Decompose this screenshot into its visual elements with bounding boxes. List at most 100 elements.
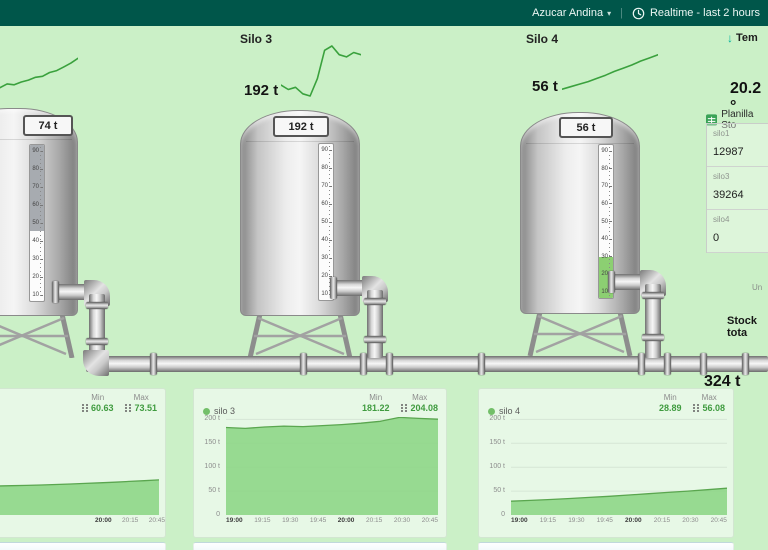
pipe-flange [364,336,386,343]
stock-total-label: Stock tota [727,315,757,339]
min-value: 181.22 [361,403,390,413]
x-tick-label: 20:45 [421,517,438,524]
gauge-tick: 80 [600,166,612,172]
table-row: silo4 0 [707,210,768,253]
x-tick-label: 20:45 [710,517,727,524]
dots-grid-icon [693,403,700,413]
silo3-legs [247,314,353,358]
gauge-tick: 80 [31,166,43,172]
x-tick-label: 20:15 [122,517,139,524]
y-tick-label: 200 t [489,415,505,423]
next-row-panel [478,542,734,550]
pipe-flange [364,298,386,305]
pipe-flange [150,353,157,375]
x-axis: 19:00 19:15 19:30 19:45 20:00 20:15 20:30 20:45 [226,517,438,524]
chart-panel-silo1: Min Max 60.63 73.51 20:00 20:15 20:45 [0,388,166,538]
units-label: Un [752,283,763,292]
silo4-display: 56 t [559,117,613,138]
org-label: Azucar Andina [532,7,604,19]
row-value: 12987 [713,146,744,158]
silo4-title: Silo 4 [526,32,559,46]
x-tick-label: 20:30 [682,517,699,524]
silo4-display-value: 56 t [576,121,596,134]
silo3-display-value: 192 t [288,120,314,133]
y-tick-label: 0 [216,511,220,518]
dots-grid-icon [401,403,408,413]
silo1-display: 74 t [23,115,73,136]
pipe-flange [742,353,749,375]
x-tick-label: 20:00 [625,517,642,524]
pipe-flange [664,353,671,375]
pipe-silo1-stub [54,284,88,300]
next-row-panel [0,542,166,550]
max-value: 204.08 [401,403,438,413]
x-axis: 19:00 19:15 19:30 19:45 20:00 20:15 20:30 20:45 [511,517,727,524]
chart-plot [0,417,159,515]
topbar-divider: | [620,7,623,19]
gauge-tick: 90 [31,148,43,154]
org-dropdown[interactable]: Azucar Andina ▾ [532,7,611,19]
pipe-flange [478,353,485,375]
pipe-elbow [83,350,109,376]
x-axis: 20:00 20:15 20:45 [95,517,165,524]
gauge-tick: 50 [320,219,332,225]
max-label: Max [412,393,428,402]
row-label: silo4 [713,215,730,224]
gauge-tick: 40 [600,236,612,242]
gauge-tick: 50 [31,220,43,226]
gauge-scale: 90 80 70 60 50 40 30 20 10 [320,147,332,297]
gauge-tick: 40 [31,238,43,244]
gauge-tick: 40 [320,237,332,243]
time-range-picker[interactable]: Realtime - last 2 hours [632,7,760,20]
y-tick-label: 100 t [204,463,220,471]
gauge-tick: 30 [600,254,612,260]
pipe-flange [52,281,59,303]
gauge-tick: 30 [31,256,43,262]
max-label: Max [133,393,149,402]
max-value: 73.51 [125,403,157,413]
chevron-down-icon: ▾ [607,8,612,18]
y-tick-label: 50 t [208,487,220,495]
row-label: silo1 [713,129,730,138]
y-tick-label: 50 t [493,487,505,495]
x-tick-label: 20:45 [148,517,165,524]
legend-dot-icon [488,407,495,415]
gauge-tick: 70 [31,184,43,190]
clock-icon [632,7,645,19]
next-row-panel [193,542,447,550]
arrow-down-icon: ↓ [727,31,733,45]
gauge-tick: 20 [31,274,43,280]
silo4-sparkline [562,53,658,91]
stock-table: silo1 12987 silo3 39264 silo4 0 [706,123,768,253]
pipe-flange [608,271,615,293]
x-tick-label: 19:30 [568,517,585,524]
minmax-stats: Min Max 181.22 204.08 [362,393,438,413]
pipe-flange [642,292,664,299]
table-row: silo1 12987 [707,124,768,167]
chart-plot [511,417,727,515]
x-tick-label: 19:45 [309,517,327,524]
gauge-tick: 70 [600,183,612,189]
gauge-tick: 80 [320,165,332,171]
x-tick-label: 20:15 [653,517,671,524]
pipe-silo4-stub [610,274,644,290]
y-tick-label: 0 [501,511,505,518]
legend-dot-icon [203,407,210,415]
pipe-flange [700,353,707,375]
x-tick-label: 19:30 [282,517,299,524]
x-tick-label: 20:00 [337,517,355,524]
y-tick-label: 150 t [489,439,505,447]
x-tick-label: 19:15 [539,517,557,524]
dashboard-canvas: Silo 3 Silo 4 192 t 56 t ↓ Tem 20.2 ° Pl… [0,26,768,550]
y-tick-label: 150 t [204,439,220,447]
row-label: silo3 [713,172,730,181]
pipe-flange [642,334,664,341]
silo3-stat-value: 192 t [244,82,279,99]
min-value: 28.89 [658,403,682,413]
top-navbar: Azucar Andina ▾ | Realtime - last 2 hour… [0,0,768,26]
y-tick-label: 100 t [489,463,505,471]
gauge-tick: 90 [320,147,332,153]
silo4-stat-value: 56 t [532,78,558,95]
x-tick-label: 20:15 [365,517,383,524]
silo1-level-gauge: 90 80 70 60 50 40 30 20 10 [29,144,45,302]
